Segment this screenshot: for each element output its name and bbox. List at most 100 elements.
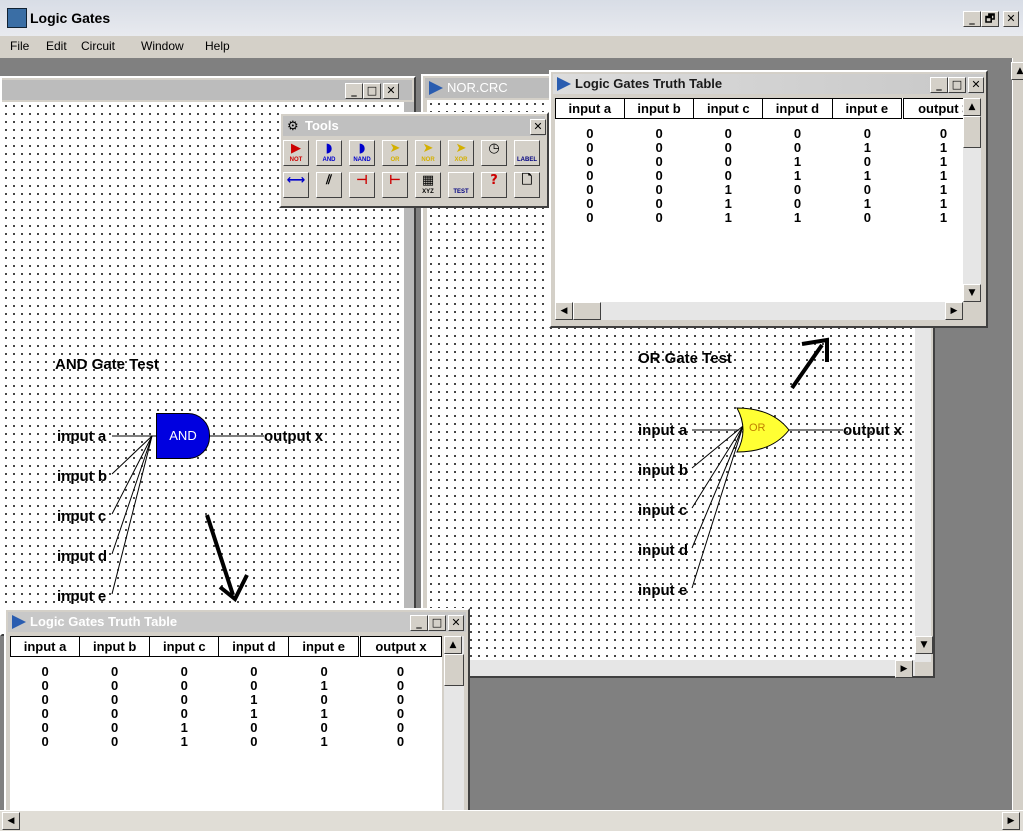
column-header: input d [218,636,290,657]
tools-caption[interactable]: ⚙ Tools ✕ [283,116,546,136]
minimize-button[interactable]: _ [410,615,428,631]
column-header: output x [357,636,442,657]
horizontal-scrollbar[interactable]: ◀ ▶ [555,302,963,320]
minimize-button[interactable]: _ [963,11,981,27]
table-cell: 0 [320,720,328,735]
window-caption[interactable]: Logic Gates Truth Table _ □ ✕ [553,74,984,94]
scroll-up-icon[interactable]: ▲ [444,636,462,654]
scroll-right-icon[interactable]: ▶ [895,660,913,678]
vertical-scrollbar[interactable]: ▲ [1011,58,1023,810]
table-cell: 1 [180,734,188,749]
tools-palette[interactable]: ⚙ Tools ✕ ▶ NOT ◗ AND ◗ NAND ➤ OR ➤ NOR ➤ XOR ◷ LABEL… [279,112,549,208]
tool-button-output-junction[interactable]: ⊢ [382,172,408,198]
clock-icon: ◷ [488,141,500,156]
table-cell: 1 [793,154,802,169]
tool-button-truth-table[interactable]: ▦ XYZ [415,172,441,198]
scroll-left-icon[interactable]: ◀ [555,302,573,320]
scroll-up-icon[interactable]: ▲ [1011,62,1023,80]
column-header: input e [288,636,360,657]
menu-circuit[interactable]: Circuit [81,39,115,53]
table-cell: 0 [724,154,732,169]
table-cell: 0 [250,664,258,679]
tool-button-nand-gate[interactable]: ◗ NAND [349,140,375,166]
maximize-button[interactable]: □ [363,83,381,99]
column-header: input b [79,636,151,657]
column-header: input a [10,636,81,657]
tool-label: NOR [421,157,435,163]
horizontal-scrollbar[interactable]: ▶ [427,660,915,678]
menu-help[interactable]: Help [205,39,230,53]
and-gate[interactable]: AND [156,413,210,459]
table-cell: 0 [250,678,258,693]
column-header: output > [900,98,963,119]
table-cell: 1 [724,182,732,197]
app-title-bar[interactable]: Logic Gates _ 🗗 ✕ [0,0,1023,37]
table-cell: 0 [586,126,594,141]
tool-button-label-tool[interactable]: LABEL [514,140,540,166]
window-caption[interactable]: _ □ ✕ [2,80,412,100]
tool-button-and-gate[interactable]: ◗ AND [316,140,342,166]
scroll-thumb[interactable] [963,116,981,148]
table-cell: 0 [793,196,802,211]
restore-button[interactable]: 🗗 [981,11,999,27]
tool-button-new-page[interactable]: 🗋 [514,172,540,198]
close-button[interactable]: ✕ [448,615,464,631]
scroll-up-icon[interactable]: ▲ [963,98,981,116]
maximize-button[interactable]: □ [948,77,966,93]
table-cell: 0 [396,734,405,749]
minimize-button[interactable]: _ [345,83,363,99]
table-cell: 1 [939,210,948,225]
table-cell: 0 [111,720,119,735]
tool-button-clock[interactable]: ◷ [481,140,507,166]
truth-table-view[interactable]: input a input b input c input d input e outpu… [555,98,963,302]
scroll-left-icon[interactable]: ◀ [2,812,20,830]
table-cell: 0 [41,678,49,693]
minimize-button[interactable]: _ [930,77,948,93]
tool-button-nor-gate[interactable]: ➤ NOR [415,140,441,166]
close-button[interactable]: ✕ [530,119,546,135]
table-cell: 0 [396,692,405,707]
table-cell: 0 [320,664,328,679]
tool-button-input-junction[interactable]: ⊣ [349,172,375,198]
table-cell: 1 [320,706,328,721]
truth-table-window[interactable]: Logic Gates Truth Table _ □ ✕ input a inp… [4,608,470,818]
table-row: 0 0 1 0 1 0 [11,735,442,749]
tool-button-or-gate[interactable]: ➤ OR [382,140,408,166]
vertical-scrollbar[interactable]: ▲ ▼ [963,98,981,302]
and-gate-icon: ◗ [325,141,333,156]
scroll-thumb[interactable] [444,654,464,686]
scroll-right-icon[interactable]: ▶ [945,302,963,320]
tool-button-test[interactable]: TEST [448,172,474,198]
table-cell: 0 [41,664,49,679]
table-row: 0 0 0 0 1 1 [556,141,964,155]
tool-button-cut-wire[interactable]: ⫽ [316,172,342,198]
table-cell: 0 [320,692,328,707]
tool-label: NAND [353,157,371,163]
annotation-arrow [205,514,249,603]
truth-table-view[interactable]: input a input b input c input d input e outpu… [10,636,442,816]
scroll-down-icon[interactable]: ▼ [915,636,933,654]
main-horizontal-scrollbar[interactable]: ◀ ▶ [0,810,1023,831]
vertical-scrollbar[interactable]: ▲ [444,636,464,816]
close-button[interactable]: ✕ [1003,11,1019,27]
menu-file[interactable]: File [10,39,29,53]
tools-icon: ⚙ [287,118,299,133]
close-button[interactable]: ✕ [383,83,399,99]
scroll-thumb[interactable] [573,302,601,320]
close-button[interactable]: ✕ [968,77,984,93]
tool-button-help[interactable]: ? [481,172,507,198]
table-cell: 1 [724,196,732,211]
window-caption[interactable]: Logic Gates Truth Table _ □ ✕ [8,612,466,632]
menu-window[interactable]: Window [141,39,184,53]
scroll-down-icon[interactable]: ▼ [963,284,981,302]
tool-button-not-gate[interactable]: ▶ NOT [283,140,309,166]
table-cell: 0 [655,182,663,197]
tool-button-wire[interactable]: ⟷ [283,172,309,198]
maximize-button[interactable]: □ [428,615,446,631]
scroll-right-icon[interactable]: ▶ [1002,812,1020,830]
menu-edit[interactable]: Edit [46,39,67,53]
table-cell: 0 [396,678,405,693]
tool-button-xor-gate[interactable]: ➤ XOR [448,140,474,166]
table-cell: 0 [655,210,663,225]
truth-table-window[interactable]: Logic Gates Truth Table _ □ ✕ input a inp… [549,70,988,328]
